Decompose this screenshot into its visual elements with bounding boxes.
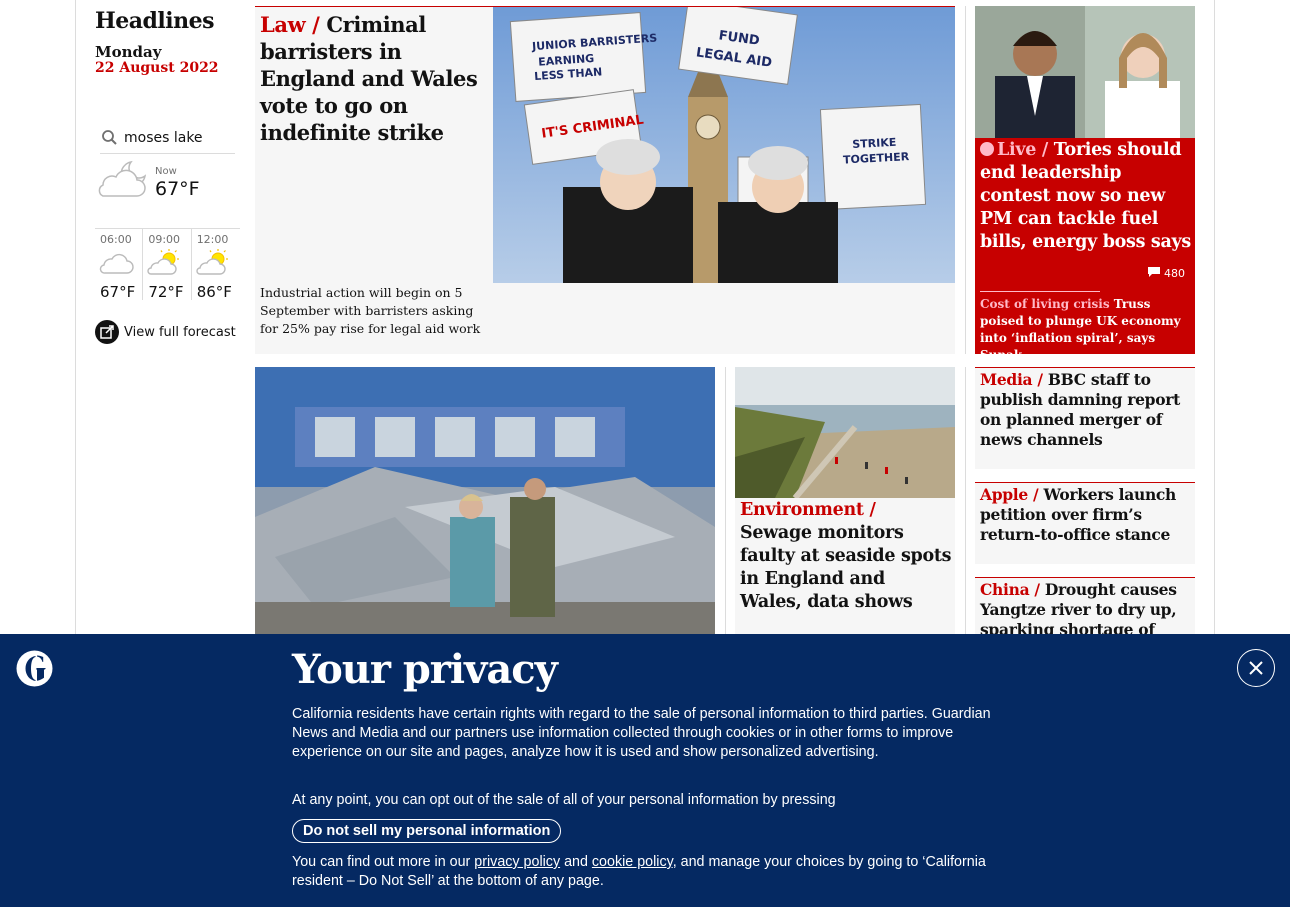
lead-image[interactable]: JUNIOR BARRISTERS EARNING LESS THAN FUND… <box>493 7 955 283</box>
forecast-hour: 12:00 86°F <box>192 229 240 301</box>
guardian-logo-icon <box>16 650 53 687</box>
lead-story-card[interactable]: Law / Criminal barristers in England and… <box>255 6 955 354</box>
story-kicker: Media / <box>980 370 1048 389</box>
search-icon <box>100 128 120 148</box>
do-not-sell-button[interactable]: Do not sell my personal information <box>292 819 562 843</box>
related-kicker: Cost of living crisis <box>980 297 1114 311</box>
column-divider <box>725 367 726 637</box>
external-link-icon <box>95 320 119 344</box>
forecast-time: 12:00 <box>196 233 229 246</box>
hourly-forecast: 06:00 67°F 09:00 72°F 12:00 86°F <box>95 228 240 301</box>
forecast-temp: 72°F <box>148 283 184 301</box>
forecast-hour: 09:00 72°F <box>143 229 192 301</box>
current-date: 22 August 2022 <box>95 60 219 76</box>
comment-count[interactable]: 480 <box>1147 266 1185 281</box>
column-divider <box>965 6 966 354</box>
privacy-policy-link[interactable]: privacy policy <box>474 854 560 870</box>
more-info-and: and <box>560 854 592 870</box>
environment-image[interactable] <box>735 367 955 498</box>
forecast-time: 09:00 <box>148 233 181 246</box>
privacy-more-info: You can find out more in our privacy pol… <box>292 853 997 891</box>
svg-text:STRIKE: STRIKE <box>852 136 897 151</box>
privacy-title: Your privacy <box>292 646 558 693</box>
weather-location-search[interactable]: moses lake <box>100 122 235 154</box>
story-headline[interactable]: Media / BBC staff to publish damning rep… <box>975 368 1195 452</box>
live-kicker: Live / <box>997 140 1054 160</box>
close-banner-button[interactable] <box>1237 649 1275 687</box>
sun-cloud-icon <box>196 249 232 281</box>
forecast-temp: 67°F <box>100 283 136 301</box>
live-headline[interactable]: Live / Tories should end leadership cont… <box>980 139 1192 254</box>
story-kicker: China / <box>980 580 1045 599</box>
view-forecast-link[interactable]: View full forecast <box>95 320 236 344</box>
now-label: Now <box>155 166 177 177</box>
lead-headline[interactable]: Law / Criminal barristers in England and… <box>260 11 485 146</box>
live-story-card[interactable]: Live / Tories should end leadership cont… <box>975 6 1195 362</box>
current-day: Monday <box>95 43 162 61</box>
forecast-temp: 86°F <box>196 283 232 301</box>
close-icon <box>1238 661 1274 689</box>
privacy-banner: Your privacy California residents have c… <box>0 634 1290 907</box>
environment-kicker: Environment / <box>740 500 876 520</box>
story-kicker: Apple / <box>980 485 1044 504</box>
environment-headline[interactable]: Environment / Sewage monitors faulty at s… <box>740 499 952 614</box>
forecast-hour: 06:00 67°F <box>95 229 144 301</box>
story-headline[interactable]: China / Drought causes Yangtze river to … <box>975 578 1195 637</box>
story-card-china[interactable]: China / Drought causes Yangtze river to … <box>975 577 1195 637</box>
now-temperature: 67°F <box>155 178 200 200</box>
column-divider <box>965 367 966 637</box>
weather-now: Now 67°F <box>95 158 240 226</box>
story-card-media[interactable]: Media / BBC staff to publish damning rep… <box>975 367 1195 469</box>
lead-standfirst: Industrial action will begin on 5 Septem… <box>260 285 481 336</box>
cookie-policy-link[interactable]: cookie policy <box>592 854 673 870</box>
environment-story-card[interactable]: Environment / Sewage monitors faulty at s… <box>735 367 955 637</box>
comment-count-value: 480 <box>1164 267 1185 280</box>
section-title: Headlines <box>95 8 215 34</box>
privacy-opt-out-text: At any point, you can opt out of the sal… <box>292 792 836 808</box>
partly-cloudy-night-icon <box>95 158 150 207</box>
related-link[interactable]: Cost of living crisis Truss poised to pl… <box>980 296 1192 364</box>
divider <box>980 291 1100 292</box>
lead-kicker: Law / <box>260 12 327 37</box>
live-indicator-icon <box>980 142 994 156</box>
story-image[interactable] <box>255 367 715 637</box>
weather-location[interactable]: moses lake <box>124 130 203 146</box>
view-forecast-label[interactable]: View full forecast <box>124 325 236 340</box>
sun-cloud-icon <box>147 249 183 281</box>
story-card-apple[interactable]: Apple / Workers launch petition over fir… <box>975 482 1195 564</box>
environment-headline-text[interactable]: Sewage monitors faulty at seaside spots … <box>740 523 951 612</box>
story-headline[interactable]: Apple / Workers launch petition over fir… <box>975 483 1195 547</box>
privacy-paragraph: California residents have certain rights… <box>292 706 991 760</box>
comment-icon <box>1147 266 1161 281</box>
cloud-icon <box>99 249 135 281</box>
forecast-time: 06:00 <box>100 233 132 246</box>
live-image[interactable] <box>975 6 1195 138</box>
more-info-start: You can find out more in our <box>292 854 475 870</box>
